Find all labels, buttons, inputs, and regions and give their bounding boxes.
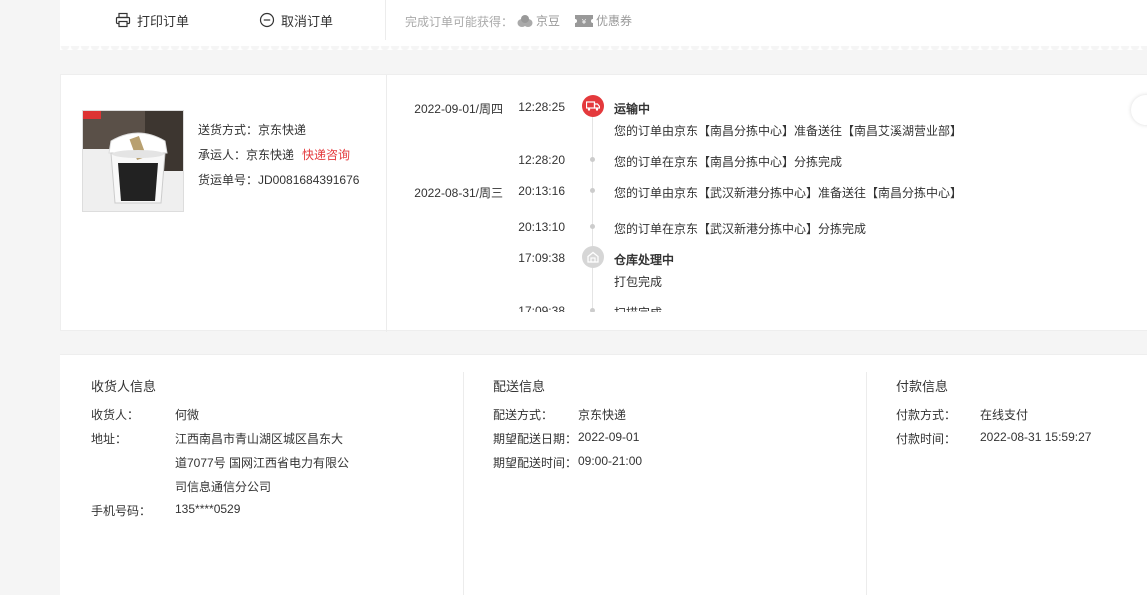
expected-date-value: 2022-09-01 — [578, 430, 640, 444]
timeline-date: 2022-09-01/周四 — [414, 102, 503, 116]
expected-time-value: 09:00-21:00 — [578, 454, 643, 468]
coupon-label: 优惠券 — [596, 14, 633, 28]
tracking-number-row: 货运单号：JD0081684391676 — [198, 171, 359, 188]
tracking-timeline[interactable]: 2022-09-01/周四 12:28:25 运输中 您的订单由京东【南昌分拣中… — [391, 75, 1147, 312]
trash-bin-product-image — [83, 111, 183, 211]
coupon-reward: ¥ 优惠券 — [575, 12, 632, 29]
express-consult-link[interactable]: 快递咨询 — [302, 148, 350, 162]
timeline-text: 您的订单由京东【南昌分拣中心】准备送往【南昌艾溪湖营业部】 — [614, 124, 963, 138]
shipping-method-row: 送货方式：京东快递 — [198, 121, 306, 138]
timeline-dot — [590, 188, 595, 193]
timeline-status-title: 运输中 — [614, 102, 651, 116]
delivery-method-value: 京东快递 — [578, 408, 627, 422]
timeline-text: 扫描完成 — [614, 304, 662, 312]
carrier-row: 承运人：京东快递 快递咨询 — [198, 146, 350, 163]
minus-circle-icon — [259, 12, 275, 28]
product-image[interactable] — [82, 110, 184, 212]
order-actions-bar: 打印订单 取消订单 完成订单可能获得： 京豆 ¥ 优惠券 — [60, 0, 1147, 54]
print-order-label: 打印订单 — [137, 13, 190, 29]
carrier-label: 承运人： — [198, 148, 247, 162]
payment-method-label: 付款方式： — [896, 408, 957, 422]
address-line: 江西南昌市青山湖区城区昌东大 — [175, 432, 344, 446]
divider — [385, 0, 386, 40]
timeline-time: 12:28:25 — [518, 100, 565, 114]
timeline-time: 12:28:20 — [518, 153, 565, 167]
timeline-status-title: 仓库处理中 — [614, 253, 675, 267]
address-line: 司信息通信分公司 — [175, 480, 272, 494]
payment-method-value: 在线支付 — [980, 408, 1029, 422]
coupon-icon: ¥ — [575, 14, 593, 27]
warehouse-icon — [582, 246, 604, 268]
print-order-button[interactable]: 打印订单 — [115, 10, 189, 30]
timeline-dot — [590, 224, 595, 229]
address-line: 道7077号 国网江西省电力有限公 — [175, 456, 350, 470]
timeline-time: 17:09:38 — [518, 304, 565, 312]
carrier-value: 京东快递 — [246, 148, 295, 162]
divider — [386, 75, 387, 332]
timeline-text: 打包完成 — [614, 275, 663, 289]
receiver-name-label: 收货人： — [91, 408, 140, 422]
payment-time-value: 2022-08-31 15:59:27 — [980, 430, 1092, 444]
jingdou-label: 京豆 — [536, 14, 561, 28]
timeline-time: 20:13:10 — [518, 220, 565, 234]
receiver-info-title: 收货人信息 — [91, 379, 157, 394]
timeline-line — [592, 113, 593, 312]
receiver-name-value: 何微 — [175, 408, 200, 422]
printer-icon — [115, 12, 131, 28]
shipping-method-value: 京东快递 — [258, 123, 307, 137]
timeline-text: 您的订单在京东【南昌分拣中心】分拣完成 — [614, 155, 843, 169]
shipping-method-label: 送货方式： — [198, 123, 259, 137]
timeline-dot — [590, 157, 595, 162]
timeline-date: 2022-08-31/周三 — [414, 186, 503, 200]
cancel-order-button[interactable]: 取消订单 — [259, 10, 333, 30]
delivery-truck-icon — [582, 95, 604, 117]
svg-text:¥: ¥ — [582, 18, 587, 26]
wave-edge — [60, 46, 1147, 54]
cancel-order-label: 取消订单 — [281, 13, 334, 29]
phone-label: 手机号码： — [91, 504, 152, 518]
payment-info-section: 付款信息 付款方式： 在线支付 付款时间： 2022-08-31 15:59:2… — [867, 355, 1147, 595]
delivery-info-section: 配送信息 配送方式： 京东快递 期望配送日期： 2022-09-01 期望配送时… — [464, 355, 866, 595]
tracking-number-value: JD0081684391676 — [258, 173, 360, 187]
reward-hint: 完成订单可能获得： — [405, 15, 514, 29]
payment-info-title: 付款信息 — [896, 379, 949, 394]
jingdou-reward: 京豆 — [517, 12, 560, 29]
timeline-text: 您的订单在京东【武汉新港分拣中心】分拣完成 — [614, 222, 867, 236]
delivery-info-title: 配送信息 — [493, 379, 546, 394]
receiver-info-section: 收货人信息 收货人： 何微 地址： 江西南昌市青山湖区城区昌东大 道7077号 … — [60, 355, 463, 595]
timeline-dot — [590, 308, 595, 312]
tracking-panel: 送货方式：京东快递 承运人：京东快递 快递咨询 货运单号：JD0081684391… — [60, 74, 1147, 332]
payment-time-label: 付款时间： — [896, 432, 957, 446]
expected-date-label: 期望配送日期： — [493, 432, 578, 446]
timeline-text: 您的订单由京东【武汉新港分拣中心】准备送往【南昌分拣中心】 — [614, 186, 963, 200]
address-label: 地址： — [91, 432, 128, 446]
timeline-time: 17:09:38 — [518, 251, 565, 265]
timeline-time: 20:13:16 — [518, 184, 565, 198]
expected-time-label: 期望配送时间： — [493, 456, 578, 470]
delivery-method-label: 配送方式： — [493, 408, 554, 422]
order-info-panel: 收货人信息 收货人： 何微 地址： 江西南昌市青山湖区城区昌东大 道7077号 … — [60, 354, 1147, 595]
jingdou-icon — [517, 14, 533, 27]
phone-value: 135****0529 — [175, 502, 241, 516]
tracking-number-label: 货运单号： — [198, 173, 259, 187]
